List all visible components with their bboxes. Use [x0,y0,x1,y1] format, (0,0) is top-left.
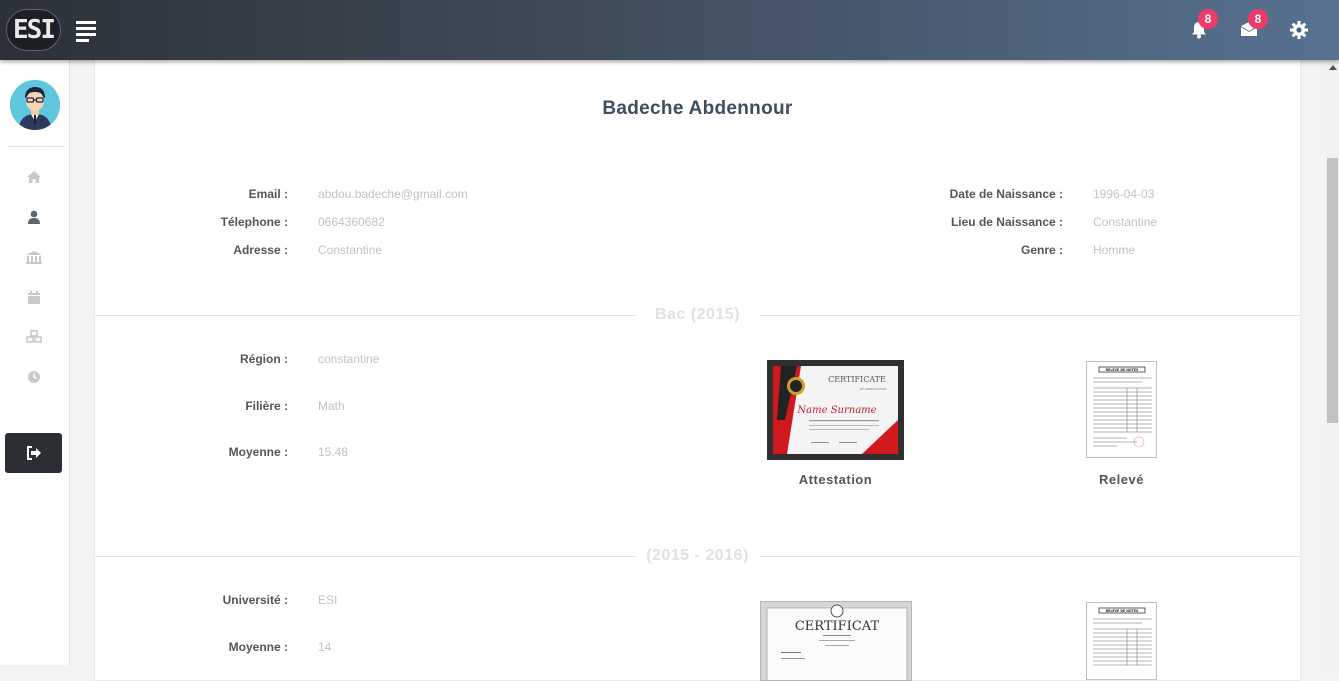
email-label: Email : [248,187,288,201]
cert-subheading: OF APPRECIATION [860,387,887,391]
university-icon [26,251,42,264]
sidebar-item-modules[interactable] [25,328,43,346]
birth-date-value: 1996-04-03 [1093,187,1155,201]
university-label: Université : [222,593,288,607]
notifications-badge: 8 [1198,9,1218,29]
user-icon [28,210,40,224]
calendar-icon [28,291,40,304]
bac-section-title: Bac (2015) [635,306,760,324]
sidebar-item-university[interactable] [25,248,43,266]
birth-date-label: Date de Naissance : [949,187,1063,201]
esi-logo[interactable]: ESI [6,9,61,51]
year-section-title: (2015 - 2016) [635,547,760,565]
profile-card: Badeche Abdennour Email : abdou.badeche@… [95,60,1300,681]
cert-heading: CERTIFICATE [828,375,886,384]
sign-out-icon [26,446,41,460]
bac-region-label: Région : [240,352,288,366]
gender-label: Genre : [1020,243,1063,257]
gender-value: Homme [1093,243,1136,257]
logout-button[interactable] [5,433,62,473]
birth-place-value: Constantine [1093,215,1158,229]
user-avatar[interactable] [10,80,60,130]
bac-filiere-label: Filière : [245,399,288,413]
releve-caption: Relevé [1099,472,1144,487]
sidebar-item-history[interactable] [25,368,43,386]
phone-label: Télephone : [220,215,288,229]
phone-value: 0664360682 [318,215,385,229]
year-releve-image[interactable]: RELEVE DE NOTES [1086,602,1157,680]
settings-button[interactable] [1289,20,1309,40]
year-certificate-image[interactable]: CERTIFICAT [760,601,912,681]
cert-recipient: Name Surname [796,405,876,416]
university-value: ESI [318,593,338,607]
bac-attestation-image[interactable]: CERTIFICATE OF APPRECIATION Name Surname [767,360,904,460]
birth-place-label: Lieu de Naissance : [950,215,1063,229]
address-value: Constantine [318,243,383,257]
year-moyenne-value: 14 [318,640,332,654]
sidebar-item-calendar[interactable] [25,288,43,306]
student-name: Badeche Abdennour [602,98,793,119]
sidebar [0,60,70,665]
scrollbar-thumb[interactable] [1327,158,1338,423]
bac-releve-image[interactable]: RELEVE DE NOTES [1086,361,1157,458]
page-scrollbar[interactable] [1326,60,1339,665]
gear-icon [1290,21,1308,39]
scroll-up-arrow-icon[interactable] [1329,65,1337,70]
year-cert-heading: CERTIFICAT [795,619,880,634]
sidebar-divider [8,146,64,147]
messages-button[interactable]: 8 [1239,9,1268,40]
sidebar-item-home[interactable] [25,168,43,186]
sidebar-toggle-button[interactable] [76,21,96,42]
bac-moyenne-value: 15.48 [318,445,349,459]
cubes-icon [26,330,42,343]
home-icon [27,171,41,183]
messages-badge: 8 [1248,9,1268,29]
notifications-button[interactable]: 8 [1189,9,1218,40]
bac-filiere-value: Math [318,399,345,413]
year-moyenne-label: Moyenne : [228,640,288,654]
top-navbar: ESI 8 8 [0,0,1339,60]
clock-icon [28,371,40,383]
address-label: Adresse : [233,243,288,257]
year-releve-heading: RELEVE DE NOTES [1106,609,1139,613]
attestation-caption: Attestation [798,472,873,487]
email-value: abdou.badeche@gmail.com [318,187,468,201]
sidebar-item-profile[interactable] [25,208,43,226]
logo-text: ESI [13,15,56,45]
bac-moyenne-label: Moyenne : [228,445,288,459]
releve-heading: RELEVE DE NOTES [1106,368,1139,372]
bac-region-value: constantine [318,352,380,366]
